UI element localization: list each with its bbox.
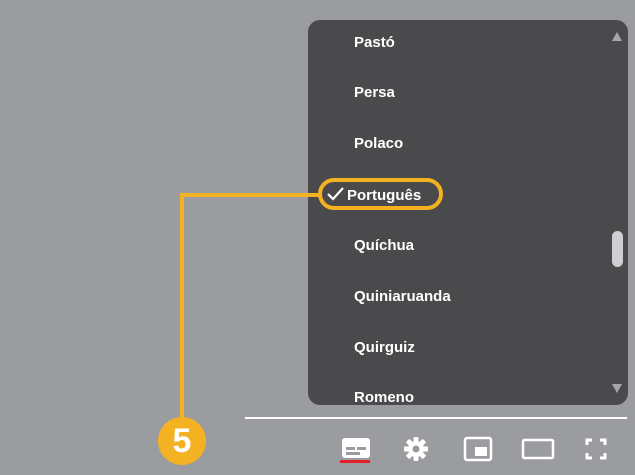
step-number-badge: 5 [158,417,206,465]
scrollbar-thumb[interactable] [612,231,623,267]
menu-item-label: Pastó [354,33,395,51]
menu-item-polaco[interactable]: Polaco [308,123,598,163]
menu-item-quiniaruanda[interactable]: Quiniaruanda [308,276,598,316]
theater-mode-icon[interactable] [520,434,556,464]
menu-item-persa[interactable]: Persa [308,72,598,112]
callout-connector-vertical [180,193,184,421]
menu-item-romeno[interactable]: Romeno [308,377,598,406]
menu-item-label: Persa [354,83,395,101]
gear-icon[interactable] [398,434,434,464]
menu-item-label: Polaco [354,134,404,152]
miniplayer-icon[interactable] [460,434,496,464]
menu-item-label: Quirguiz [354,338,415,356]
menu-item-label: Romeno [354,388,414,406]
subtitles-active-indicator [340,460,370,463]
menu-item-pasto[interactable]: Pastó [308,22,598,62]
subtitle-language-menu: Pastó Persa Polaco Português Quíchua Qui… [308,20,628,405]
fullscreen-icon[interactable] [578,434,614,464]
controls-divider [245,417,627,419]
menu-item-label: Quiniaruanda [354,287,451,305]
menu-item-quichua[interactable]: Quíchua [308,225,598,265]
callout-connector-horizontal [180,193,320,197]
scroll-down-arrow-icon[interactable] [612,384,622,393]
selection-highlight [318,178,443,210]
scroll-up-arrow-icon[interactable] [612,32,622,41]
menu-item-quirguiz[interactable]: Quirguiz [308,327,598,367]
menu-item-label: Quíchua [354,236,415,254]
